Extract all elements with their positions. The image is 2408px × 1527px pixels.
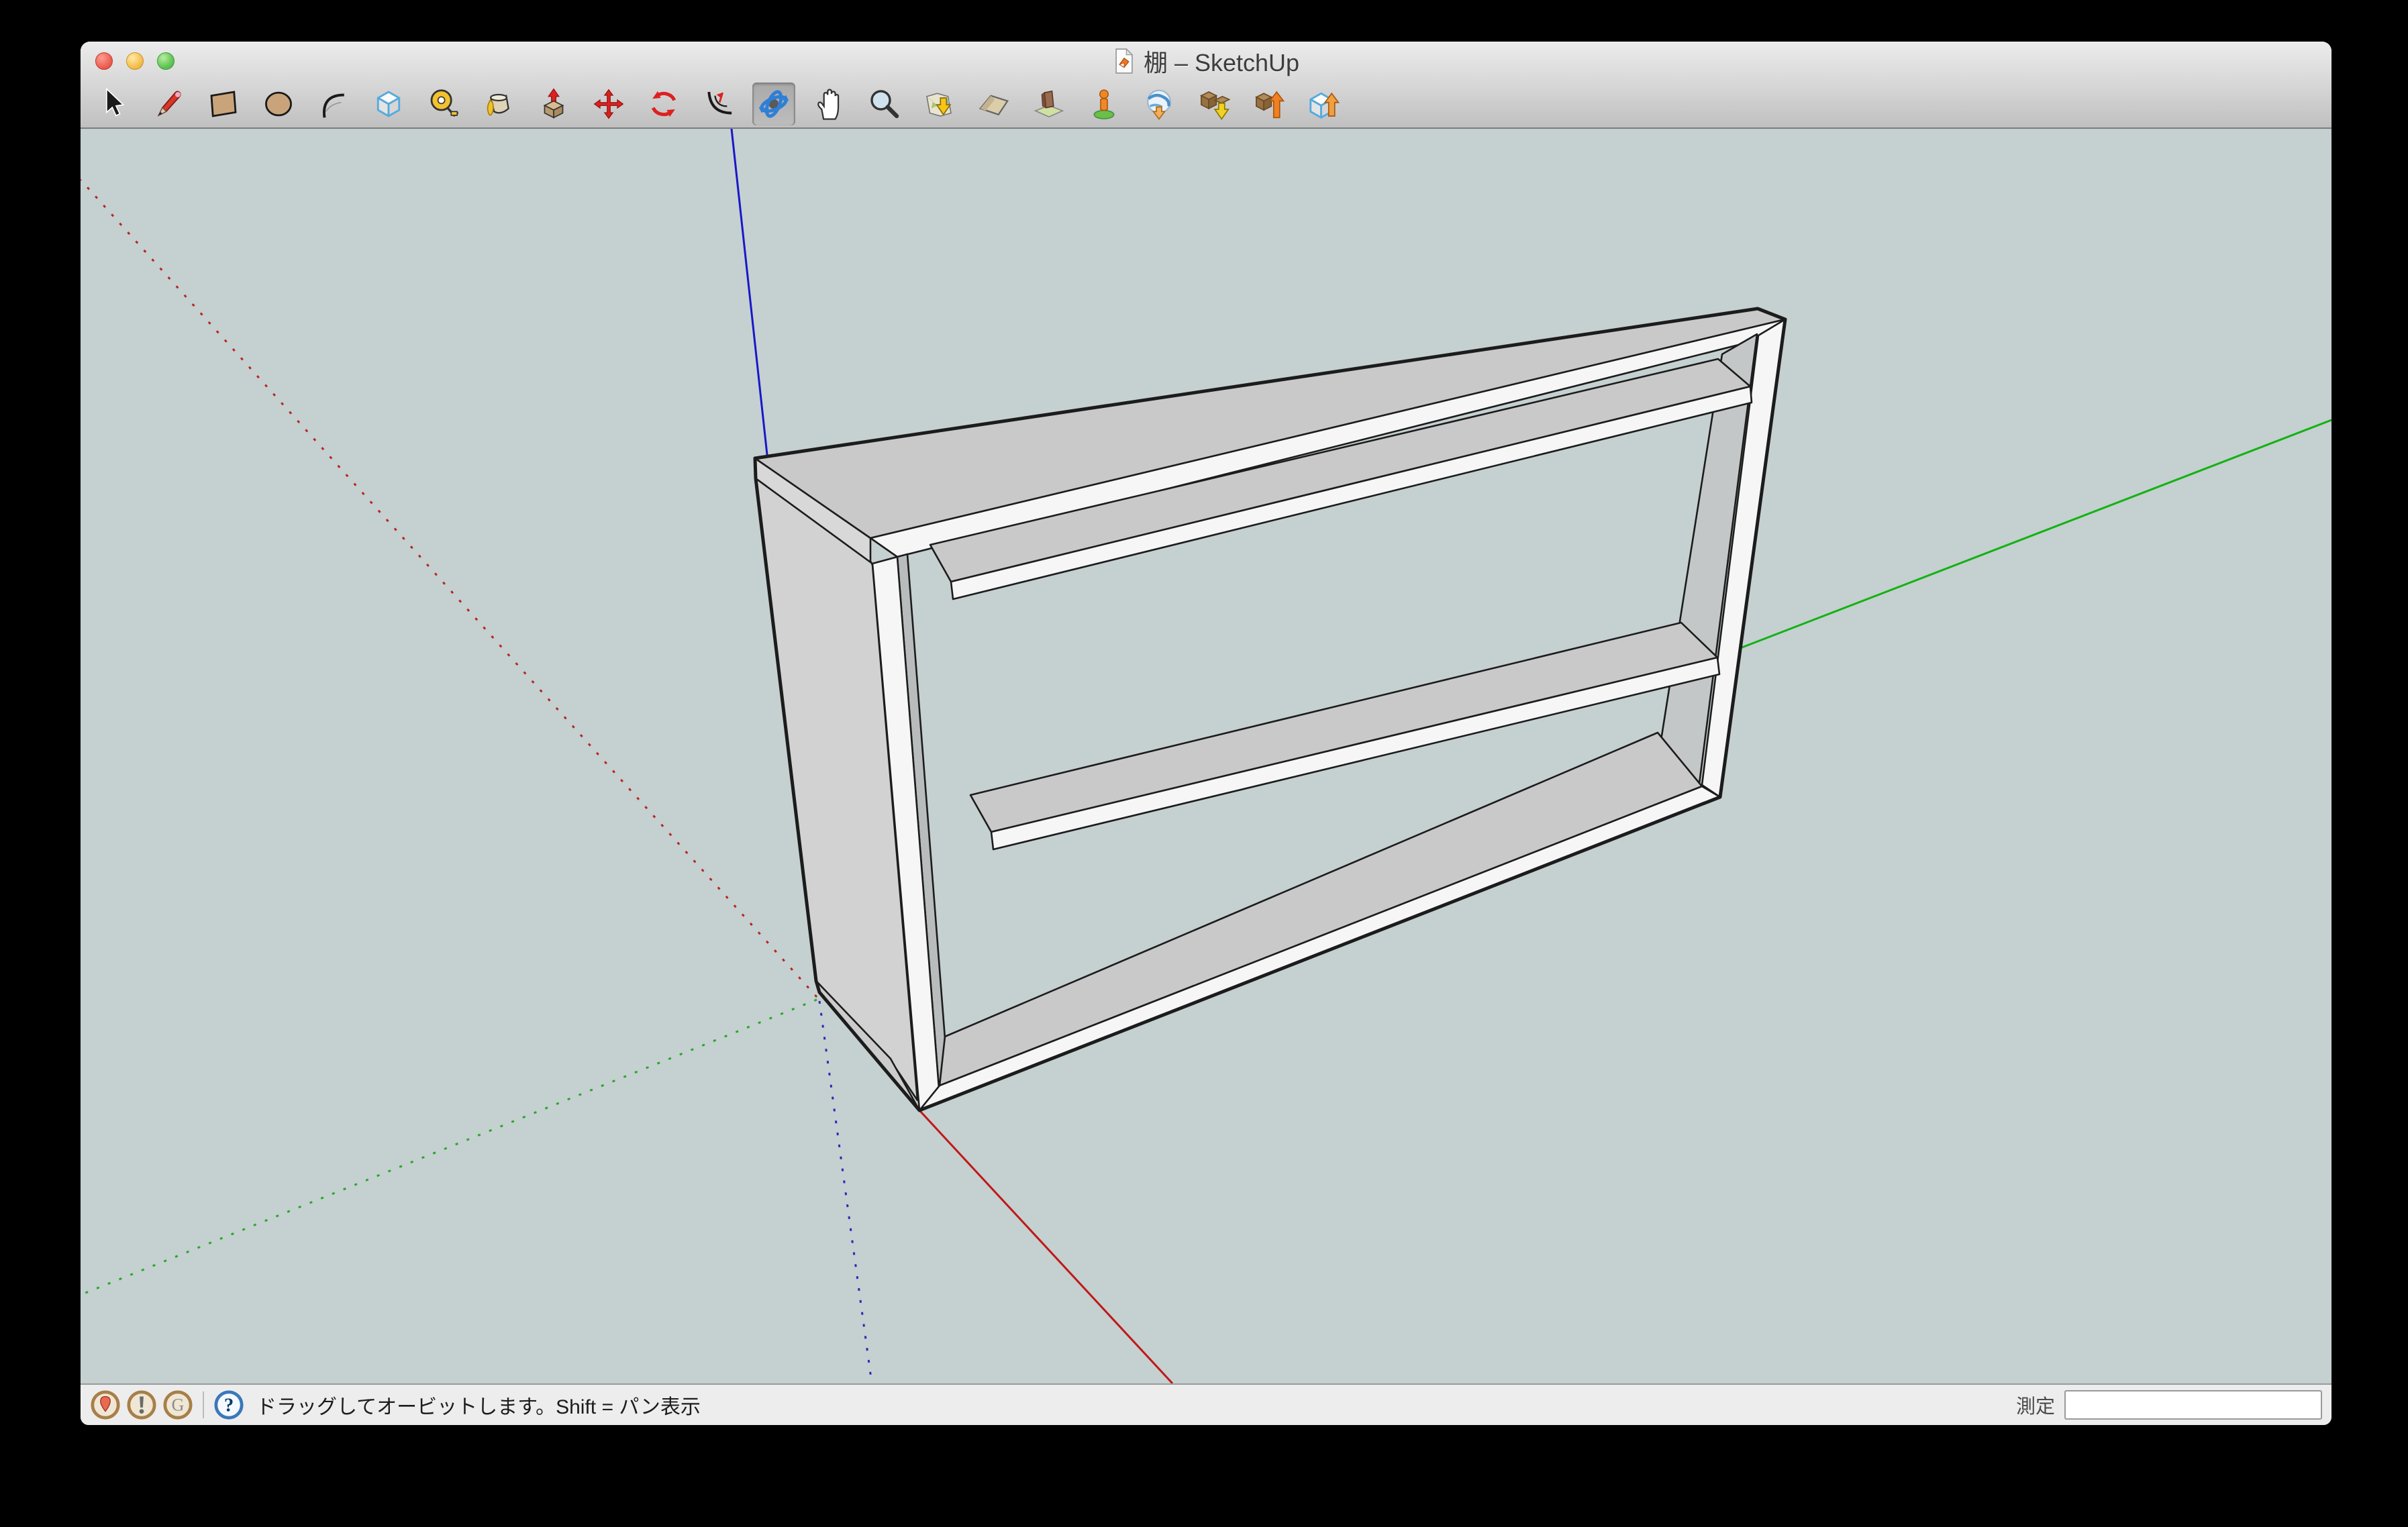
window-header: 棚 – SketchUp [81,42,2331,129]
share-model-tool-button[interactable] [1248,83,1291,125]
google-status-button[interactable] [162,1389,193,1420]
get-models-icon [1196,86,1232,122]
line-icon [150,86,187,122]
help-icon [213,1389,244,1420]
credits-icon [126,1389,157,1420]
offset-icon [701,86,737,122]
line-tool-button[interactable] [147,83,190,125]
building-maker-tool-button[interactable] [1083,83,1125,125]
toggle-terrain-tool-button[interactable] [972,83,1015,125]
move-tool-button[interactable] [587,83,630,125]
paint-bucket-tool-button[interactable] [477,83,520,125]
add-location-icon [921,86,957,122]
building-maker-icon [1086,86,1122,122]
measurement-label: 測定 [2016,1391,2055,1419]
statusbar: ドラッグしてオービットします。Shift = パン表示 測定 [81,1383,2331,1425]
rectangle-tool-button[interactable] [202,83,245,125]
titlebar[interactable]: 棚 – SketchUp [81,42,2331,81]
share-model-icon [1251,86,1287,122]
red-axis-dotted [81,180,817,997]
pan-tool-button[interactable] [807,83,850,125]
measurement-input[interactable] [2064,1390,2322,1420]
circle-icon [260,86,297,122]
google-earth-icon [1141,86,1177,122]
rectangle-icon [205,86,242,122]
toolbar [81,81,2331,127]
rotate-tool-button[interactable] [642,83,685,125]
get-models-tool-button[interactable] [1193,83,1236,125]
green-axis-solid [1740,420,2331,648]
move-icon [591,86,627,122]
arc-tool-button[interactable] [312,83,355,125]
make-component-icon [370,86,407,122]
status-hint: ドラッグしてオービットします。Shift = パン表示 [256,1390,701,1420]
share-component-tool-button[interactable] [1303,83,1346,125]
push-pull-tool-button[interactable] [532,83,575,125]
geolocation-status-button[interactable] [90,1389,121,1420]
google-earth-tool-button[interactable] [1138,83,1181,125]
make-component-tool-button[interactable] [367,83,410,125]
push-pull-icon [536,86,572,122]
arc-icon [315,86,352,122]
rotate-icon [646,86,682,122]
3d-viewport[interactable] [81,129,2331,1383]
paint-bucket-icon [481,86,517,122]
photo-textures-icon [1031,86,1067,122]
window-title: 棚 – SketchUp [1144,44,1299,78]
red-axis-solid [919,1110,1172,1383]
share-component-icon [1306,86,1342,122]
zoom-tool-button[interactable] [862,83,905,125]
circle-tool-button[interactable] [257,83,300,125]
toggle-terrain-icon [976,86,1012,122]
select-tool-button[interactable] [92,83,135,125]
shelf-model[interactable] [755,309,1785,1110]
tape-measure-icon [425,86,462,122]
zoom-icon [866,86,902,122]
help-status-button[interactable] [213,1389,244,1420]
blue-axis-dotted [819,1001,872,1383]
green-axis-dotted [81,1000,817,1295]
pan-icon [811,86,847,122]
statusbar-icons [90,1389,244,1420]
model-canvas[interactable] [81,129,2331,1383]
credits-status-button[interactable] [126,1389,157,1420]
orbit-icon [756,86,792,122]
offset-tool-button[interactable] [697,83,740,125]
statusbar-divider [203,1391,204,1418]
tape-measure-tool-button[interactable] [422,83,465,125]
document-icon [1113,47,1136,75]
geolocation-icon [90,1389,121,1420]
select-icon [95,86,132,122]
add-location-tool-button[interactable] [917,83,960,125]
orbit-tool-button[interactable] [752,83,795,125]
sketchup-window: 棚 – SketchUp [81,42,2331,1425]
google-icon [162,1389,193,1420]
photo-textures-tool-button[interactable] [1027,83,1070,125]
